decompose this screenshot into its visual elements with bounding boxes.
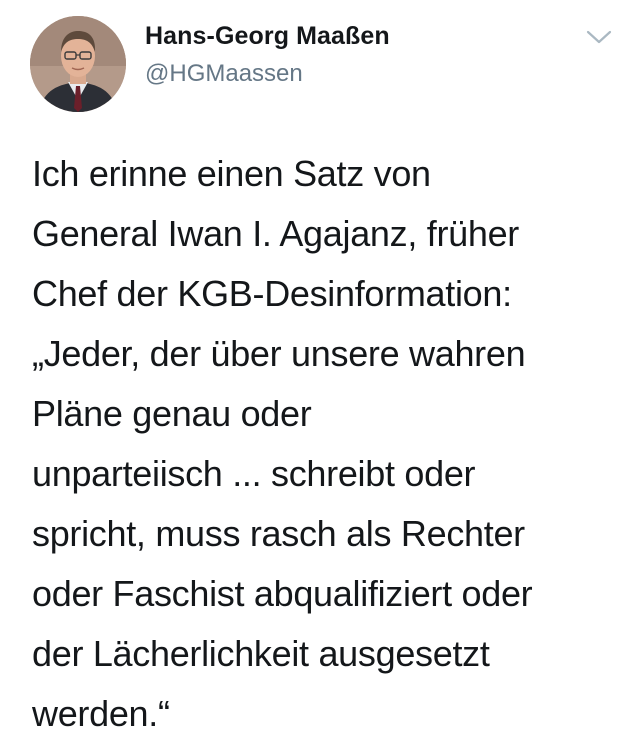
tweet-text-line: General Iwan I. Agajanz, früher: [32, 213, 519, 254]
tweet-text-line: werden.“: [32, 693, 170, 734]
tweet-text-line: oder Faschist abqualifiziert oder: [32, 573, 533, 614]
tweet-card: Hans-Georg Maaßen @HGMaassen Ich erinne …: [0, 0, 640, 748]
tweet-text-line: Ich erinne einen Satz von: [32, 153, 431, 194]
chevron-down-icon: [586, 30, 612, 44]
author-display-name[interactable]: Hans-Georg Maaßen: [145, 22, 390, 51]
tweet-text-line: der Lächerlichkeit ausgesetzt: [32, 633, 490, 674]
tweet-text-line: spricht, muss rasch als Rechter: [32, 513, 525, 554]
tweet-text: Ich erinne einen Satz von General Iwan I…: [32, 144, 632, 744]
tweet-text-line: Pläne genau oder: [32, 393, 312, 434]
author-handle[interactable]: @HGMaassen: [145, 60, 303, 88]
tweet-text-line: unparteiisch ... schreibt oder: [32, 453, 476, 494]
profile-photo: [30, 16, 126, 112]
tweet-menu-button[interactable]: [586, 28, 612, 46]
tweet-text-line: Chef der KGB-Desinformation:: [32, 273, 512, 314]
author-avatar[interactable]: [30, 16, 126, 112]
tweet-text-line: „Jeder, der über unsere wahren: [32, 333, 526, 374]
